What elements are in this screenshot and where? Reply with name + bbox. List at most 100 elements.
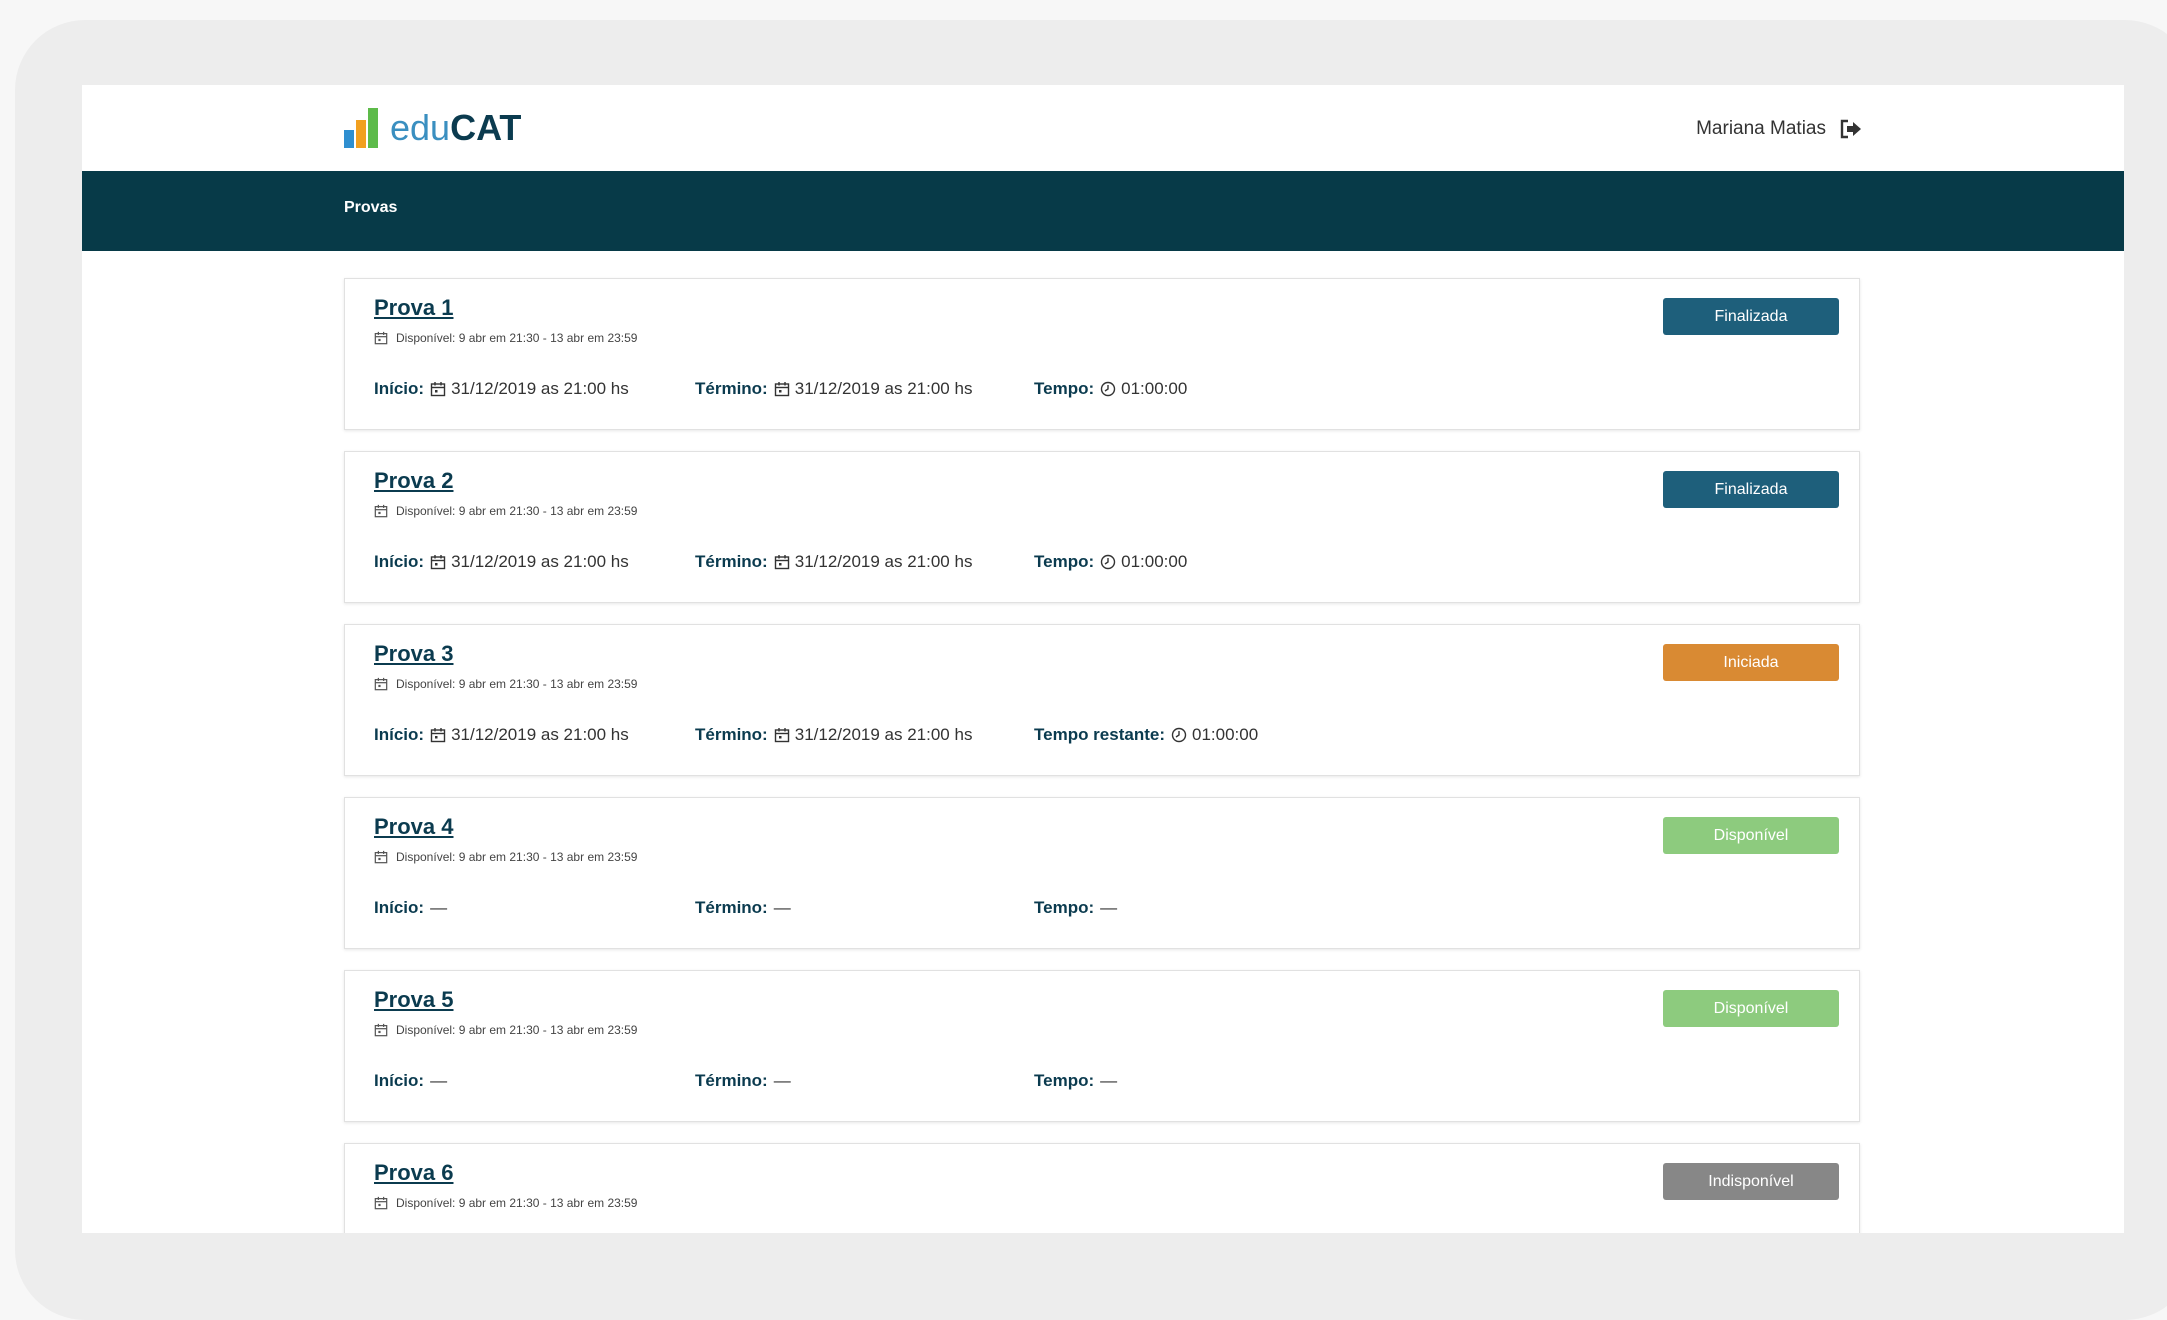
start-value: —	[430, 898, 448, 917]
start-label: Início:	[374, 898, 425, 917]
status-button[interactable]: Disponível	[1663, 990, 1839, 1027]
availability-text: Disponível: 9 abr em 21:30 - 13 abr em 2…	[396, 1023, 638, 1037]
end-label: Término:	[695, 379, 768, 398]
availability-row: Disponível: 9 abr em 21:30 - 13 abr em 2…	[374, 1196, 637, 1210]
end-value: —	[773, 1071, 791, 1090]
availability-text: Disponível: 9 abr em 21:30 - 13 abr em 2…	[396, 1196, 638, 1210]
calendar-icon	[374, 1196, 388, 1210]
start-info: Início: 31/12/2019 as 21:00 hs	[374, 725, 629, 745]
exam-card: Prova 1 Disponível: 9 abr em 21:30 - 13 …	[344, 278, 1860, 430]
availability-text: Disponível: 9 abr em 21:30 - 13 abr em 2…	[396, 850, 638, 864]
calendar-icon	[374, 850, 388, 864]
exam-title-link[interactable]: Prova 6	[374, 1160, 454, 1186]
logo-suffix: CAT	[450, 107, 522, 148]
availability-text: Disponível: 9 abr em 21:30 - 13 abr em 2…	[396, 504, 638, 518]
calendar-icon	[374, 331, 388, 345]
time-label: Tempo restante:	[1034, 725, 1165, 744]
calendar-icon	[430, 555, 446, 570]
logo-prefix: edu	[390, 107, 451, 148]
start-value: 31/12/2019 as 21:00 hs	[451, 725, 629, 744]
end-value: 31/12/2019 as 21:00 hs	[794, 379, 973, 398]
time-info: Tempo: 01:00:00	[1034, 379, 1187, 399]
time-info: Tempo: 01:00:00	[1034, 552, 1187, 572]
calendar-icon	[774, 382, 789, 397]
time-value: —	[1100, 898, 1118, 917]
time-label: Tempo:	[1034, 1071, 1095, 1090]
calendar-icon	[774, 728, 789, 743]
time-label: Tempo:	[1034, 379, 1095, 398]
end-label: Término:	[695, 725, 768, 744]
start-info: Início: 31/12/2019 as 21:00 hs	[374, 379, 629, 399]
exam-title-link[interactable]: Prova 2	[374, 468, 454, 494]
app-window: eduCAT Mariana Matias Provas Prova 1 Dis…	[82, 85, 2124, 1233]
calendar-icon	[430, 382, 446, 397]
exam-title-link[interactable]: Prova 5	[374, 987, 454, 1013]
exam-title-link[interactable]: Prova 3	[374, 641, 454, 667]
top-header: eduCAT Mariana Matias	[82, 85, 2124, 171]
end-label: Término:	[695, 552, 768, 571]
time-info: Tempo: —	[1034, 898, 1117, 918]
availability-row: Disponível: 9 abr em 21:30 - 13 abr em 2…	[374, 850, 637, 864]
end-label: Término:	[695, 898, 768, 917]
status-button[interactable]: Indisponível	[1663, 1163, 1839, 1200]
exam-card: Prova 6 Disponível: 9 abr em 21:30 - 13 …	[344, 1143, 1860, 1233]
time-value: 01:00:00	[1192, 725, 1259, 744]
availability-row: Disponível: 9 abr em 21:30 - 13 abr em 2…	[374, 677, 637, 691]
exam-card: Prova 2 Disponível: 9 abr em 21:30 - 13 …	[344, 451, 1860, 603]
start-info: Início: 31/12/2019 as 21:00 hs	[374, 552, 629, 572]
start-info: Início: —	[374, 898, 447, 918]
status-button[interactable]: Finalizada	[1663, 471, 1839, 508]
end-info: Término: 31/12/2019 as 21:00 hs	[695, 725, 972, 745]
logo-wordmark: eduCAT	[390, 108, 521, 148]
calendar-icon	[774, 555, 789, 570]
calendar-icon	[374, 1023, 388, 1037]
time-info: Tempo: —	[1034, 1071, 1117, 1091]
exam-title-link[interactable]: Prova 4	[374, 814, 454, 840]
status-button[interactable]: Iniciada	[1663, 644, 1839, 681]
start-value: 31/12/2019 as 21:00 hs	[451, 379, 629, 398]
calendar-icon	[430, 728, 446, 743]
clock-icon	[1171, 727, 1187, 743]
start-label: Início:	[374, 552, 425, 571]
start-value: 31/12/2019 as 21:00 hs	[451, 552, 629, 571]
clock-icon	[1100, 381, 1116, 397]
availability-row: Disponível: 9 abr em 21:30 - 13 abr em 2…	[374, 331, 637, 345]
end-value: 31/12/2019 as 21:00 hs	[794, 552, 973, 571]
status-button[interactable]: Disponível	[1663, 817, 1839, 854]
status-button[interactable]: Finalizada	[1663, 298, 1839, 335]
end-info: Término: —	[695, 1071, 791, 1091]
end-value: 31/12/2019 as 21:00 hs	[794, 725, 973, 744]
start-label: Início:	[374, 1071, 425, 1090]
end-value: —	[773, 898, 791, 917]
start-value: —	[430, 1071, 448, 1090]
time-value: 01:00:00	[1121, 379, 1188, 398]
exam-card: Prova 5 Disponível: 9 abr em 21:30 - 13 …	[344, 970, 1860, 1122]
time-info: Tempo restante: 01:00:00	[1034, 725, 1258, 745]
availability-row: Disponível: 9 abr em 21:30 - 13 abr em 2…	[374, 504, 637, 518]
calendar-icon	[374, 504, 388, 518]
start-label: Início:	[374, 379, 425, 398]
exam-card: Prova 4 Disponível: 9 abr em 21:30 - 13 …	[344, 797, 1860, 949]
time-label: Tempo:	[1034, 898, 1095, 917]
availability-text: Disponível: 9 abr em 21:30 - 13 abr em 2…	[396, 677, 638, 691]
logout-icon[interactable]	[1840, 119, 1862, 139]
end-info: Término: 31/12/2019 as 21:00 hs	[695, 552, 972, 572]
main-nav: Provas	[82, 171, 2124, 251]
time-value: —	[1100, 1071, 1118, 1090]
clock-icon	[1100, 554, 1116, 570]
exam-list: Prova 1 Disponível: 9 abr em 21:30 - 13 …	[344, 278, 1860, 1233]
nav-item-provas[interactable]: Provas	[344, 199, 397, 217]
bar-chart-logo-icon	[344, 108, 378, 148]
end-info: Término: 31/12/2019 as 21:00 hs	[695, 379, 972, 399]
educat-logo[interactable]: eduCAT	[344, 103, 521, 153]
availability-row: Disponível: 9 abr em 21:30 - 13 abr em 2…	[374, 1023, 637, 1037]
user-name[interactable]: Mariana Matias	[1696, 118, 1826, 140]
availability-text: Disponível: 9 abr em 21:30 - 13 abr em 2…	[396, 331, 638, 345]
end-label: Término:	[695, 1071, 768, 1090]
time-label: Tempo:	[1034, 552, 1095, 571]
exam-title-link[interactable]: Prova 1	[374, 295, 454, 321]
time-value: 01:00:00	[1121, 552, 1188, 571]
exam-card: Prova 3 Disponível: 9 abr em 21:30 - 13 …	[344, 624, 1860, 776]
start-label: Início:	[374, 725, 425, 744]
start-info: Início: —	[374, 1071, 447, 1091]
